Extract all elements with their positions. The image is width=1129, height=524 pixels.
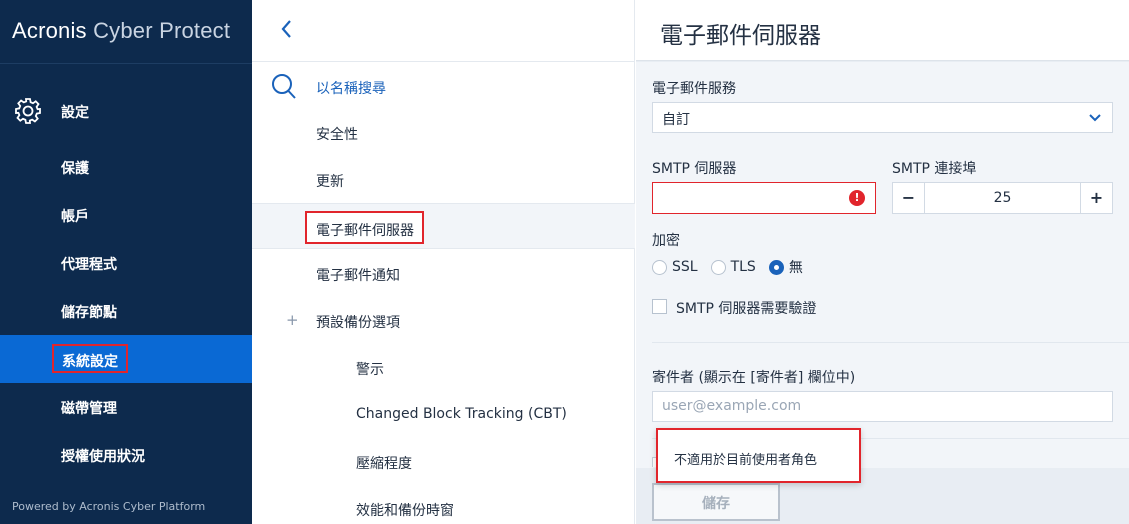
- sidebar-item-label: 系統設定: [52, 344, 128, 373]
- list-item-security[interactable]: 安全性: [252, 110, 635, 156]
- search-input[interactable]: 以名稱搜尋: [252, 66, 635, 108]
- search-placeholder: 以名稱搜尋: [316, 81, 386, 97]
- list-item-alerts[interactable]: 警示: [252, 345, 635, 391]
- encryption-label: 加密: [652, 233, 680, 249]
- panel-header: 電子郵件伺服器: [636, 0, 1129, 61]
- list-item-cbt[interactable]: Changed Block Tracking (CBT): [252, 392, 635, 438]
- sidebar-item-label: 授權使用狀況: [61, 449, 145, 465]
- list-item-updates[interactable]: 更新: [252, 157, 635, 203]
- tooltip-text: 不適用於目前使用者角色: [674, 453, 818, 468]
- list-item-label: 電子郵件伺服器: [305, 211, 424, 244]
- settings-list-panel: 以名稱搜尋 安全性 更新 電子郵件伺服器 電子郵件通知 + 預設備份選項 警示 …: [252, 0, 635, 524]
- form-divider: [652, 342, 1129, 343]
- sender-email-input[interactable]: user@example.com: [652, 391, 1113, 422]
- list-item-label: 預設備份選項: [316, 315, 400, 331]
- list-item-email-notifications[interactable]: 電子郵件通知: [252, 251, 635, 297]
- smtp-port-stepper[interactable]: − 25 +: [892, 182, 1113, 214]
- sidebar-item-agents[interactable]: 代理程式: [0, 239, 252, 287]
- sidebar-item-label: 磁帶管理: [61, 401, 117, 417]
- chevron-left-icon[interactable]: [276, 16, 300, 42]
- encryption-none-radio[interactable]: 無: [768, 257, 803, 277]
- chevron-down-icon: [1089, 114, 1101, 122]
- radio-dot-selected: [768, 259, 784, 275]
- list-item-label: 效能和備份時窗: [356, 503, 454, 519]
- sidebar-item-label: 帳戶: [61, 209, 89, 225]
- checkbox-box: [652, 299, 667, 314]
- list-divider: [252, 61, 635, 62]
- list-item-label: 警示: [356, 362, 384, 378]
- smtp-port-label: SMTP 連接埠: [892, 161, 977, 177]
- radio-label: 無: [788, 260, 803, 276]
- sender-label: 寄件者 (顯示在 [寄件者] 欄位中): [652, 370, 856, 386]
- list-item-default-backup-options[interactable]: + 預設備份選項: [252, 298, 635, 344]
- save-button[interactable]: 儲存: [652, 483, 780, 521]
- sidebar-item-tape-management[interactable]: 磁帶管理: [0, 383, 252, 431]
- sidebar-item-label: 代理程式: [61, 257, 117, 273]
- brand-primary: Acronis: [12, 18, 87, 43]
- sidebar-item-settings[interactable]: 設定: [0, 88, 252, 134]
- sidebar-item-label: 保護: [61, 161, 89, 177]
- email-server-form: 電子郵件服務 自訂 SMTP 伺服器 SMTP 連接埠 ! − 25 + 加密 …: [636, 62, 1129, 468]
- list-item-performance-backup-window[interactable]: 效能和備份時窗: [252, 486, 635, 524]
- email-service-label: 電子郵件服務: [652, 81, 736, 97]
- smtp-auth-label: SMTP 伺服器需要驗證: [676, 301, 817, 317]
- list-item-label: 電子郵件通知: [316, 268, 400, 284]
- smtp-port-value[interactable]: 25: [926, 190, 1079, 206]
- list-item-label: Changed Block Tracking (CBT): [356, 406, 567, 422]
- encryption-ssl-radio[interactable]: SSL: [652, 259, 698, 275]
- sidebar-settings-label: 設定: [61, 105, 89, 121]
- sidebar-divider: [0, 63, 252, 64]
- sidebar-item-protection[interactable]: 保護: [0, 143, 252, 191]
- radio-label: TLS: [730, 259, 756, 275]
- email-service-value: 自訂: [662, 112, 690, 128]
- sender-placeholder: user@example.com: [662, 398, 802, 414]
- page-title: 電子郵件伺服器: [660, 23, 821, 49]
- sidebar-footer: Powered by Acronis Cyber Platform: [12, 500, 206, 513]
- brand-logo: Acronis Cyber Protect: [12, 18, 230, 44]
- save-button-label: 儲存: [702, 496, 730, 512]
- list-item-label: 安全性: [316, 127, 358, 143]
- sidebar-item-system-settings[interactable]: 系統設定: [0, 335, 252, 383]
- sidebar-item-license-usage[interactable]: 授權使用狀況: [0, 431, 252, 479]
- list-item-label: 更新: [316, 174, 344, 190]
- encryption-tls-radio[interactable]: TLS: [710, 259, 756, 275]
- brand-secondary: Cyber Protect: [93, 18, 231, 43]
- role-restriction-tooltip: 不適用於目前使用者角色: [656, 428, 861, 483]
- sidebar: Acronis Cyber Protect 設定 保護 帳戶 代理程式 儲存節點…: [0, 0, 252, 524]
- email-service-select[interactable]: 自訂: [652, 102, 1113, 133]
- search-icon: [272, 74, 296, 99]
- error-icon: !: [849, 190, 865, 206]
- sidebar-item-accounts[interactable]: 帳戶: [0, 191, 252, 239]
- expand-icon[interactable]: +: [286, 311, 299, 329]
- port-decrement-button[interactable]: −: [893, 183, 925, 213]
- list-item-compression-level[interactable]: 壓縮程度: [252, 439, 635, 485]
- list-item-label: 壓縮程度: [356, 456, 412, 472]
- smtp-server-input[interactable]: !: [652, 182, 876, 214]
- gear-icon: [15, 98, 41, 124]
- smtp-server-label: SMTP 伺服器: [652, 161, 737, 177]
- encryption-radio-group: SSL TLS 無: [652, 257, 816, 277]
- port-increment-button[interactable]: +: [1080, 183, 1112, 213]
- radio-dot: [652, 259, 667, 275]
- sidebar-item-label: 儲存節點: [61, 305, 117, 321]
- list-item-email-server[interactable]: 電子郵件伺服器: [252, 203, 635, 249]
- sidebar-item-storage-nodes[interactable]: 儲存節點: [0, 287, 252, 335]
- radio-label: SSL: [672, 259, 698, 275]
- radio-dot: [710, 259, 726, 275]
